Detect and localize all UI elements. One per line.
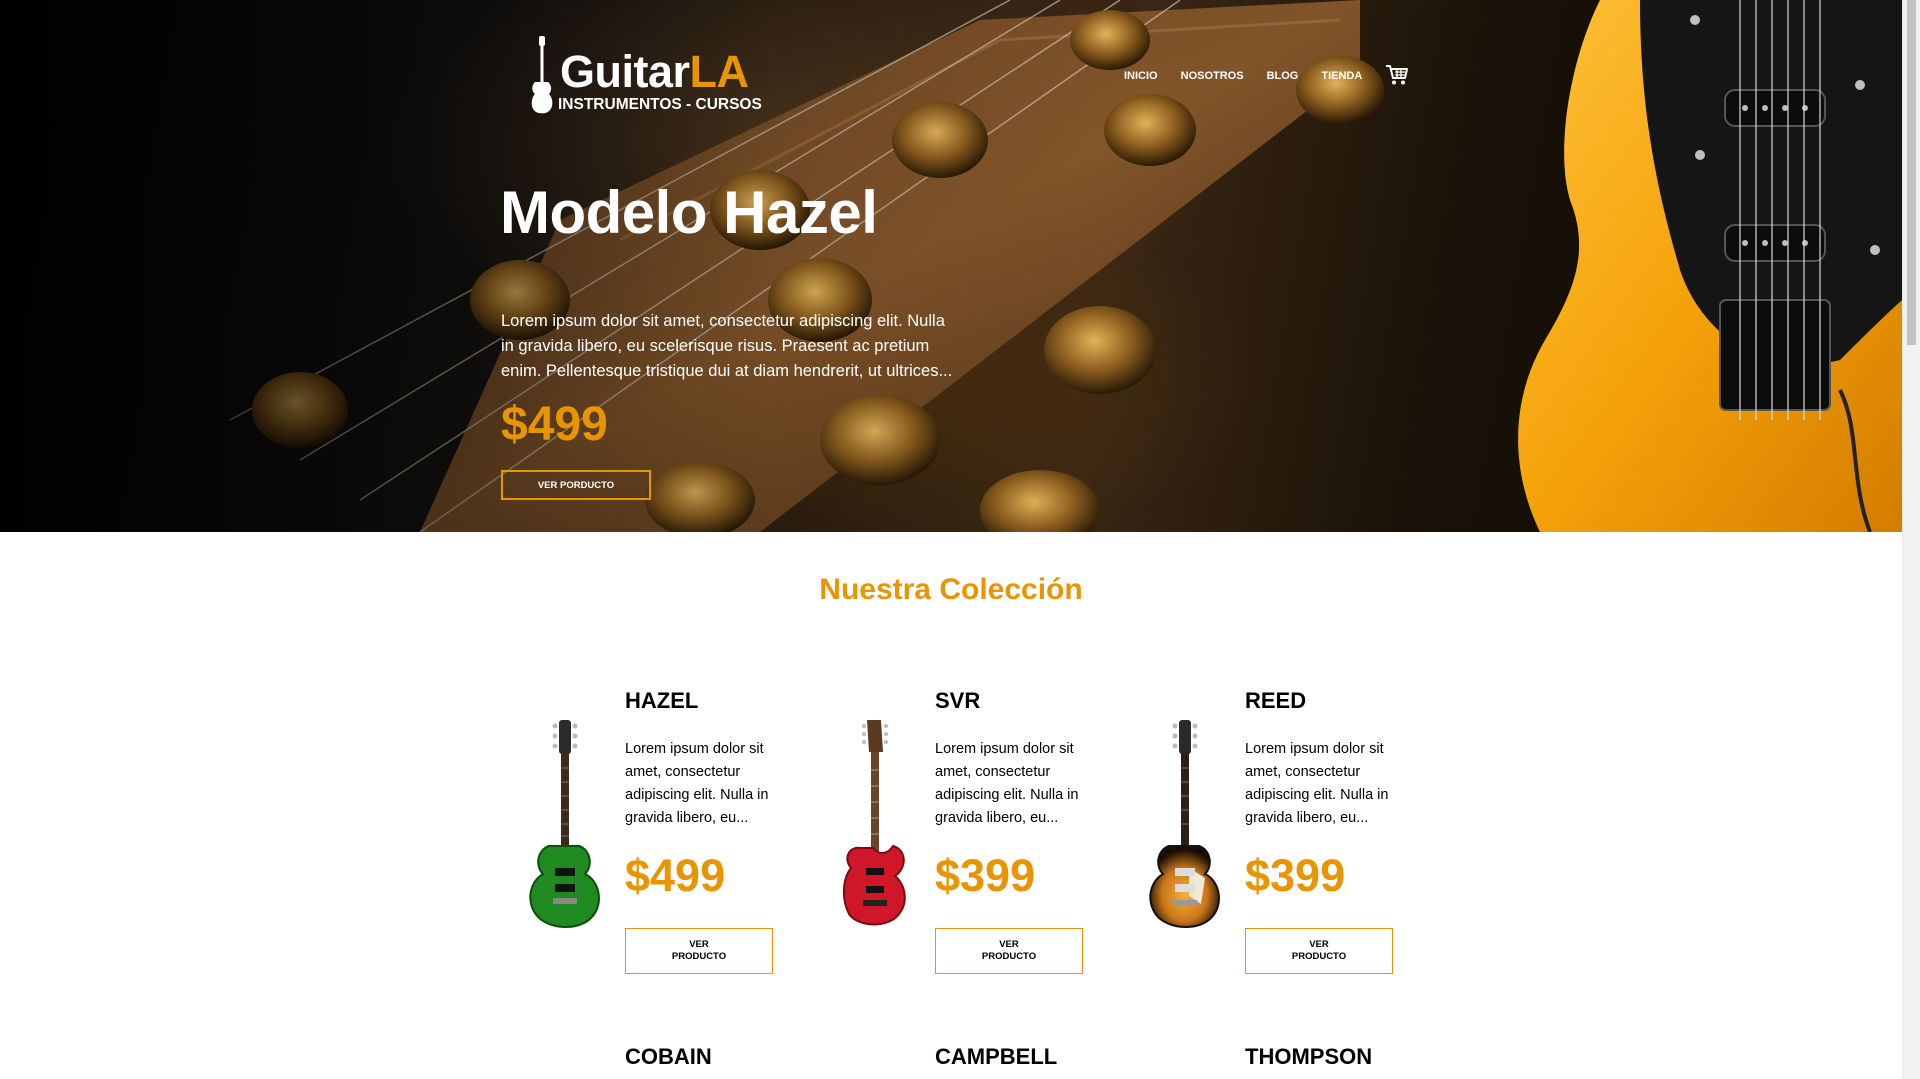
view-product-button[interactable]: VER PRODUCTO xyxy=(625,928,773,974)
product-price: $499 xyxy=(625,850,726,901)
nav-link-tienda[interactable]: TIENDA xyxy=(1321,70,1362,82)
scrollbar-thumb[interactable] xyxy=(1907,0,1916,345)
hero-banner: GuitarLA INSTRUMENTOS - CURSOS INICIO NO… xyxy=(0,0,1902,532)
product-description: Lorem ipsum dolor sit amet, consectetur … xyxy=(935,741,1079,826)
collection-title: Nuestra Colección xyxy=(819,573,1083,606)
product-description: Lorem ipsum dolor sit amet, consectetur … xyxy=(625,741,769,826)
view-product-button[interactable]: VER PRODUCTO xyxy=(1245,928,1393,974)
hazel-guitar-image[interactable] xyxy=(519,718,609,928)
product-description: Lorem ipsum dolor sit amet, consectetur … xyxy=(1245,741,1389,826)
hero-view-product-button[interactable]: VER PORDUCTO xyxy=(501,470,651,500)
product-name: COBAIN xyxy=(625,1044,712,1069)
product-name: SVR xyxy=(935,688,981,713)
product-card-svr: SVR Lorem ipsum dolor sit amet, consecte… xyxy=(829,688,1129,1008)
hero-title: Modelo Hazel xyxy=(500,179,878,246)
view-product-button[interactable]: VER PRODUCTO xyxy=(935,928,1083,974)
nav-link-inicio[interactable]: INICIO xyxy=(1124,70,1158,82)
logo-wordmark: GuitarLA xyxy=(560,46,749,97)
cart-icon[interactable] xyxy=(1385,64,1409,86)
page-scrollbar[interactable] xyxy=(1902,0,1920,1079)
product-card-thompson: THOMPSON xyxy=(1139,1044,1439,1079)
hero-description: Lorem ipsum dolor sit amet, consectetur … xyxy=(501,312,953,380)
product-card-cobain: COBAIN xyxy=(519,1044,819,1079)
svr-guitar-image[interactable] xyxy=(829,718,919,928)
product-name: THOMPSON xyxy=(1245,1044,1373,1069)
product-name: HAZEL xyxy=(625,688,699,713)
product-card-campbell: CAMPBELL xyxy=(829,1044,1129,1079)
product-card-reed: REED Lorem ipsum dolor sit amet, consect… xyxy=(1139,688,1439,1008)
reed-guitar-image[interactable] xyxy=(1139,718,1229,928)
product-name: CAMPBELL xyxy=(935,1044,1058,1069)
nav-link-blog[interactable]: BLOG xyxy=(1267,70,1299,82)
guitar-logo-icon xyxy=(531,36,553,114)
product-card-hazel: HAZEL Lorem ipsum dolor sit amet, consec… xyxy=(519,688,819,1008)
nav-link-nosotros[interactable]: NOSOTROS xyxy=(1181,70,1244,82)
site-logo[interactable]: GuitarLA INSTRUMENTOS - CURSOS xyxy=(528,36,778,116)
hero-price: $499 xyxy=(501,398,608,451)
logo-tagline: INSTRUMENTOS - CURSOS xyxy=(558,96,762,113)
product-price: $399 xyxy=(1245,850,1346,901)
hero-background-image xyxy=(0,0,1902,532)
main-nav: INICIO NOSOTROS BLOG TIENDA xyxy=(1124,64,1409,86)
product-price: $399 xyxy=(935,850,1036,901)
product-name: REED xyxy=(1245,688,1307,713)
